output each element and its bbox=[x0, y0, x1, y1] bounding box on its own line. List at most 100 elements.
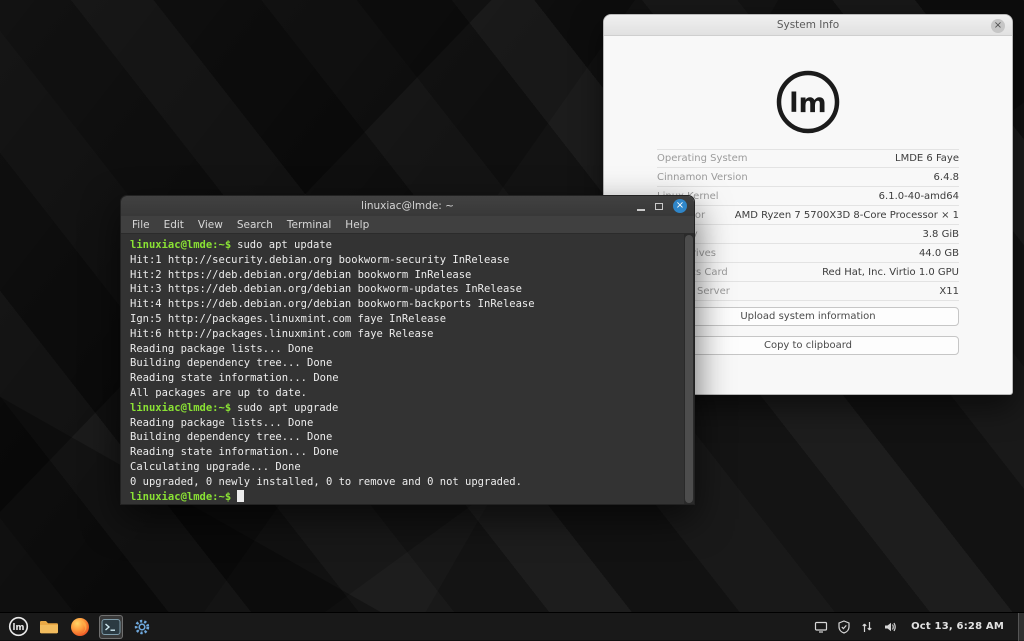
shell-prompt: linuxiac@lmde:~$ bbox=[130, 239, 231, 251]
system-info-row-label: Cinnamon Version bbox=[657, 172, 748, 183]
terminal-taskbar-button[interactable] bbox=[99, 615, 123, 639]
display-icon bbox=[814, 620, 828, 634]
system-info-row-value: 3.8 GiB bbox=[923, 229, 959, 240]
gear-icon bbox=[133, 618, 151, 636]
terminal-line: Building dependency tree... Done bbox=[130, 430, 682, 445]
system-info-table: Operating System LMDE 6 Faye Cinnamon Ve… bbox=[657, 149, 959, 301]
terminal-line: Reading package lists... Done bbox=[130, 416, 682, 431]
terminal-line: Calculating upgrade... Done bbox=[130, 460, 682, 475]
terminal-line: 0 upgraded, 0 newly installed, 0 to remo… bbox=[130, 475, 682, 490]
system-info-row: Linux Kernel 6.1.0-40-amd64 bbox=[657, 187, 959, 206]
terminal-menubar: File Edit View Search Terminal Help bbox=[121, 216, 694, 234]
system-info-row-value: LMDE 6 Faye bbox=[895, 153, 959, 164]
system-info-titlebar[interactable]: System Info × bbox=[604, 15, 1012, 36]
terminal-window: linuxiac@lmde: ~ × File Edit View Search… bbox=[120, 195, 695, 505]
terminal-line-text: sudo apt update bbox=[237, 239, 332, 251]
taskbar: lm bbox=[0, 612, 1024, 640]
terminal-line: linuxiac@lmde:~$ sudo apt update bbox=[130, 238, 682, 253]
firefox-icon bbox=[70, 617, 90, 637]
system-info-row: Memory 3.8 GiB bbox=[657, 225, 959, 244]
close-icon[interactable]: × bbox=[991, 19, 1005, 33]
terminal-line-text: Calculating upgrade... Done bbox=[130, 461, 301, 473]
terminal-line: linuxiac@lmde:~$sudo apt upgrade bbox=[130, 401, 682, 416]
terminal-line: Reading package lists... Done bbox=[130, 342, 682, 357]
system-info-row-value: Red Hat, Inc. Virtio 1.0 GPU bbox=[822, 267, 959, 278]
terminal-titlebar[interactable]: linuxiac@lmde: ~ × bbox=[121, 196, 694, 216]
mint-menu-button[interactable]: lm bbox=[6, 615, 30, 639]
terminal-line: Hit:2 https://deb.debian.org/debian book… bbox=[130, 268, 682, 283]
terminal-menu-item[interactable]: View bbox=[191, 219, 230, 231]
shield-check-icon bbox=[837, 620, 851, 634]
terminal-line-text: Hit:4 https://deb.debian.org/debian book… bbox=[130, 298, 535, 310]
terminal-menu-item[interactable]: Search bbox=[230, 219, 280, 231]
network-icon bbox=[860, 620, 874, 634]
volume-icon bbox=[883, 620, 897, 634]
mint-menu-icon: lm bbox=[8, 616, 29, 637]
system-info-actions: Upload system information Copy to clipbo… bbox=[657, 307, 959, 355]
terminal-line: Hit:6 http://packages.linuxmint.com faye… bbox=[130, 327, 682, 342]
network-tray-button[interactable] bbox=[859, 619, 874, 634]
terminal-line-text: Hit:3 https://deb.debian.org/debian book… bbox=[130, 283, 522, 295]
firefox-button[interactable] bbox=[68, 615, 92, 639]
display-tray-button[interactable] bbox=[813, 619, 828, 634]
terminal-title: linuxiac@lmde: ~ bbox=[121, 200, 694, 212]
system-info-row: Display Server X11 bbox=[657, 282, 959, 301]
terminal-body[interactable]: linuxiac@lmde:~$ sudo apt update Hit:1 ht… bbox=[121, 234, 694, 504]
show-desktop-button[interactable] bbox=[1018, 613, 1024, 641]
system-info-row: Graphics Card Red Hat, Inc. Virtio 1.0 G… bbox=[657, 263, 959, 282]
system-info-row: Processor AMD Ryzen 7 5700X3D 8-Core Pro… bbox=[657, 206, 959, 225]
terminal-line: Hit:4 https://deb.debian.org/debian book… bbox=[130, 297, 682, 312]
terminal-line-text: Building dependency tree... Done bbox=[130, 357, 332, 369]
firewall-tray-button[interactable] bbox=[836, 619, 851, 634]
linux-mint-logo-icon: lm bbox=[773, 67, 843, 137]
terminal-line-text: Reading state information... Done bbox=[130, 372, 339, 384]
minimize-icon[interactable] bbox=[637, 209, 645, 211]
terminal-line-text: Reading package lists... Done bbox=[130, 417, 313, 429]
system-info-row-value: 44.0 GB bbox=[919, 248, 959, 259]
terminal-line-text: sudo apt upgrade bbox=[237, 402, 338, 414]
terminal-line-text: All packages are up to date. bbox=[130, 387, 307, 399]
system-info-title: System Info bbox=[777, 19, 839, 31]
terminal-line-text: 0 upgraded, 0 newly installed, 0 to remo… bbox=[130, 476, 522, 488]
system-tray: Oct 13, 6:28 AM bbox=[813, 613, 1024, 641]
terminal-menu-item[interactable]: File bbox=[125, 219, 157, 231]
terminal-menu-item[interactable]: Terminal bbox=[280, 219, 338, 231]
terminal-scrollbar[interactable] bbox=[684, 234, 694, 504]
terminal-line-text: Building dependency tree... Done bbox=[130, 431, 332, 443]
upload-system-information-button[interactable]: Upload system information bbox=[657, 307, 959, 326]
file-manager-button[interactable] bbox=[37, 615, 61, 639]
terminal-menu-item[interactable]: Edit bbox=[157, 219, 191, 231]
terminal-scrollbar-thumb[interactable] bbox=[685, 235, 693, 503]
system-info-row-value: AMD Ryzen 7 5700X3D 8-Core Processor × 1 bbox=[735, 210, 959, 221]
terminal-line-text: Hit:2 https://deb.debian.org/debian book… bbox=[130, 269, 471, 281]
terminal-window-controls: × bbox=[637, 199, 694, 213]
terminal-line: Hit:3 https://deb.debian.org/debian book… bbox=[130, 282, 682, 297]
system-info-row-value: 6.4.8 bbox=[934, 172, 959, 183]
folder-icon bbox=[39, 619, 59, 635]
close-icon[interactable]: × bbox=[673, 199, 687, 213]
system-settings-button[interactable] bbox=[130, 615, 154, 639]
terminal-line-text: Hit:1 http://security.debian.org bookwor… bbox=[130, 254, 509, 266]
terminal-line: Reading state information... Done bbox=[130, 371, 682, 386]
system-info-row: Operating System LMDE 6 Faye bbox=[657, 149, 959, 168]
terminal-menu-item[interactable]: Help bbox=[338, 219, 376, 231]
terminal-line-text: Ign:5 http://packages.linuxmint.com faye… bbox=[130, 313, 446, 325]
taskbar-clock[interactable]: Oct 13, 6:28 AM bbox=[905, 621, 1010, 632]
system-info-row-value: X11 bbox=[939, 286, 959, 297]
system-info-row: Cinnamon Version 6.4.8 bbox=[657, 168, 959, 187]
terminal-line-text: Reading package lists... Done bbox=[130, 343, 313, 355]
copy-to-clipboard-button[interactable]: Copy to clipboard bbox=[657, 336, 959, 355]
system-info-row-label: Operating System bbox=[657, 153, 747, 164]
terminal-line: linuxiac@lmde:~$ bbox=[130, 490, 682, 505]
system-info-row-value: 6.1.0-40-amd64 bbox=[879, 191, 959, 202]
terminal-line: All packages are up to date. bbox=[130, 386, 682, 401]
terminal-line: Building dependency tree... Done bbox=[130, 356, 682, 371]
maximize-icon[interactable] bbox=[655, 203, 663, 210]
shell-prompt: linuxiac@lmde:~$ bbox=[130, 491, 231, 503]
terminal-line-text: Hit:6 http://packages.linuxmint.com faye… bbox=[130, 328, 433, 340]
terminal-cursor bbox=[237, 490, 244, 502]
system-info-row: Hard Drives 44.0 GB bbox=[657, 244, 959, 263]
volume-tray-button[interactable] bbox=[882, 619, 897, 634]
svg-text:lm: lm bbox=[12, 623, 24, 633]
taskbar-launchers: lm bbox=[0, 615, 154, 639]
